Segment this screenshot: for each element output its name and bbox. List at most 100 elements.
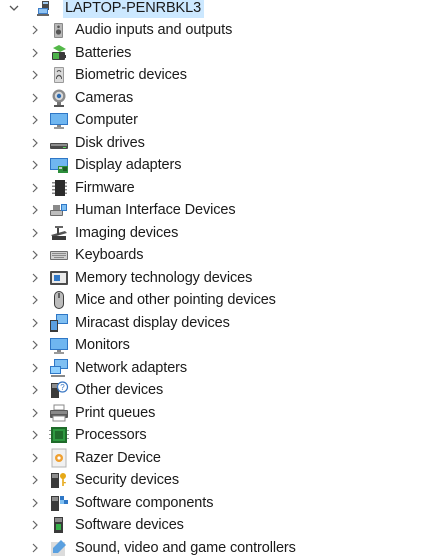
tree-item-software-components[interactable]: Software components: [0, 492, 422, 515]
device-tree: LAPTOP-PENRBKL3 Audio inputs and outputs…: [0, 0, 422, 559]
software-component-icon: [49, 493, 69, 513]
tree-item-label: Miracast display devices: [75, 313, 230, 333]
chevron-right-icon[interactable]: [31, 384, 39, 396]
chevron-right-icon[interactable]: [31, 429, 39, 441]
svg-text:?: ?: [60, 383, 65, 392]
printer-icon: [49, 403, 69, 423]
chevron-right-icon[interactable]: [31, 362, 39, 374]
speaker-icon: [49, 20, 69, 40]
firmware-chip-icon: [49, 178, 69, 198]
unknown-device-icon: ?: [49, 380, 69, 400]
chevron-right-icon[interactable]: [31, 92, 39, 104]
chevron-right-icon[interactable]: [31, 24, 39, 36]
tree-item-label: Imaging devices: [75, 223, 178, 243]
device-category-list: Audio inputs and outputs BatteriesBiometr…: [0, 19, 422, 559]
fingerprint-icon: [49, 65, 69, 85]
tree-item-label: Sound, video and game controllers: [75, 538, 296, 558]
tree-item-cameras[interactable]: Cameras: [0, 87, 422, 110]
chevron-right-icon[interactable]: [31, 317, 39, 329]
tree-item-label: Computer: [75, 110, 138, 130]
sound-controller-icon: [49, 538, 69, 558]
tree-item-label: Biometric devices: [75, 65, 187, 85]
chevron-right-icon[interactable]: [31, 294, 39, 306]
chevron-right-icon[interactable]: [31, 407, 39, 419]
chevron-right-icon[interactable]: [31, 69, 39, 81]
tree-item-label: Disk drives: [75, 133, 145, 153]
chevron-right-icon[interactable]: [31, 497, 39, 509]
tree-item-sound-video-and-game-controllers[interactable]: Sound, video and game controllers: [0, 537, 422, 559]
hid-icon: [49, 200, 69, 220]
tree-item-monitors[interactable]: Monitors: [0, 334, 422, 357]
tree-item-label: Mice and other pointing devices: [75, 290, 276, 310]
chevron-right-icon[interactable]: [31, 47, 39, 59]
tree-item-processors[interactable]: Processors: [0, 424, 422, 447]
tree-item-label: Processors: [75, 425, 147, 445]
chevron-right-icon[interactable]: [31, 542, 39, 554]
tree-item-razer-device[interactable]: Razer Device: [0, 447, 422, 470]
display-adapter-icon: [49, 155, 69, 175]
tree-item-miracast-display-devices[interactable]: Miracast display devices: [0, 312, 422, 335]
tree-root-label: LAPTOP-PENRBKL3: [63, 0, 204, 18]
tree-item-audio-inputs-and-outputs[interactable]: Audio inputs and outputs: [0, 19, 422, 42]
monitor-icon: [49, 110, 69, 130]
tree-item-mice-and-other-pointing-devices[interactable]: Mice and other pointing devices: [0, 289, 422, 312]
battery-icon: [49, 43, 69, 63]
tree-item-label: Print queues: [75, 403, 155, 423]
tree-item-print-queues[interactable]: Print queues: [0, 402, 422, 425]
tree-item-label: Keyboards: [75, 245, 143, 265]
razer-device-icon: [49, 448, 69, 468]
chevron-right-icon[interactable]: [31, 249, 39, 261]
tree-item-label: Monitors: [75, 335, 130, 355]
memory-card-icon: [49, 268, 69, 288]
chevron-right-icon[interactable]: [31, 519, 39, 531]
security-key-icon: [49, 470, 69, 490]
tree-item-label: Batteries: [75, 43, 131, 63]
chevron-right-icon[interactable]: [31, 452, 39, 464]
tree-item-imaging-devices[interactable]: Imaging devices: [0, 222, 422, 245]
tree-item-label: Razer Device: [75, 448, 161, 468]
tree-item-firmware[interactable]: Firmware: [0, 177, 422, 200]
tree-item-label: Software devices: [75, 515, 184, 535]
tree-item-label: Firmware: [75, 178, 135, 198]
tree-item-label: Cameras: [75, 88, 133, 108]
chevron-right-icon[interactable]: [31, 159, 39, 171]
tree-item-other-devices[interactable]: ? Other devices: [0, 379, 422, 402]
tree-item-human-interface-devices[interactable]: Human Interface Devices: [0, 199, 422, 222]
tree-item-label: Software components: [75, 493, 213, 513]
tree-item-label: Human Interface Devices: [75, 200, 236, 220]
chevron-right-icon[interactable]: [31, 137, 39, 149]
keyboard-icon: [49, 245, 69, 265]
tree-item-label: Audio inputs and outputs: [75, 20, 232, 40]
tree-item-label: Display adapters: [75, 155, 181, 175]
tree-item-biometric-devices[interactable]: Biometric devices: [0, 64, 422, 87]
computer-icon: [36, 0, 54, 17]
chevron-right-icon[interactable]: [31, 204, 39, 216]
monitor-icon: [49, 335, 69, 355]
tree-item-memory-technology-devices[interactable]: Memory technology devices: [0, 267, 422, 290]
software-device-icon: [49, 515, 69, 535]
chevron-right-icon[interactable]: [31, 114, 39, 126]
disk-drive-icon: [49, 133, 69, 153]
chevron-right-icon[interactable]: [31, 272, 39, 284]
chevron-right-icon[interactable]: [31, 339, 39, 351]
miracast-icon: [49, 313, 69, 333]
tree-item-keyboards[interactable]: Keyboards: [0, 244, 422, 267]
tree-item-computer[interactable]: Computer: [0, 109, 422, 132]
mouse-icon: [49, 290, 69, 310]
tree-item-label: Memory technology devices: [75, 268, 252, 288]
tree-item-software-devices[interactable]: Software devices: [0, 514, 422, 537]
scanner-icon: [49, 223, 69, 243]
tree-root-computer[interactable]: LAPTOP-PENRBKL3: [0, 0, 422, 19]
chevron-right-icon[interactable]: [31, 227, 39, 239]
tree-item-display-adapters[interactable]: Display adapters: [0, 154, 422, 177]
tree-item-network-adapters[interactable]: Network adapters: [0, 357, 422, 380]
tree-item-label: Security devices: [75, 470, 179, 490]
chevron-down-icon[interactable]: [8, 0, 20, 16]
tree-item-batteries[interactable]: Batteries: [0, 42, 422, 65]
tree-item-label: Other devices: [75, 380, 163, 400]
tree-item-security-devices[interactable]: Security devices: [0, 469, 422, 492]
chevron-right-icon[interactable]: [31, 182, 39, 194]
chevron-right-icon[interactable]: [31, 474, 39, 486]
tree-item-label: Network adapters: [75, 358, 187, 378]
tree-item-disk-drives[interactable]: Disk drives: [0, 132, 422, 155]
